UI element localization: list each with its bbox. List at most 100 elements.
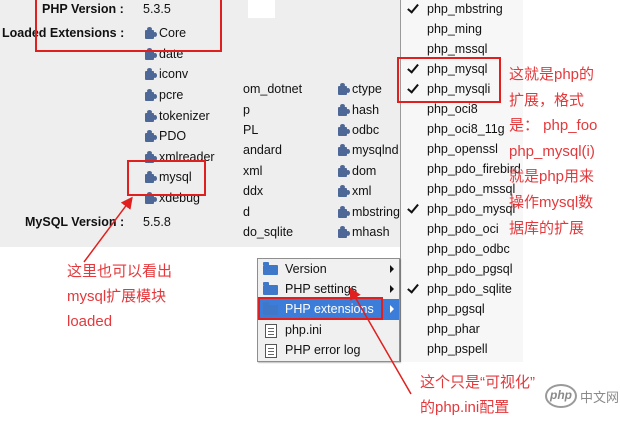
extension-item: mysqlnd [336, 140, 400, 160]
extension-item: PL [243, 122, 259, 137]
puzzle-icon [338, 103, 350, 116]
annotation-line: 这里也可以看出 [67, 263, 173, 280]
submenu-item-label: php_ming [427, 22, 482, 36]
submenu-item-php_pdo_mssql[interactable]: php_pdo_mssql [401, 179, 523, 199]
extension-name: mhash [352, 224, 390, 239]
extension-name: mysqlnd [352, 143, 399, 158]
menu-item-label: php.ini [285, 322, 322, 337]
mysql-version-label: MySQL Version : [25, 215, 125, 229]
submenu-item-php_pdo_pgsql[interactable]: php_pdo_pgsql [401, 259, 523, 279]
submenu-item-php_pdo_firebird[interactable]: php_pdo_firebird [401, 159, 523, 179]
submenu-item-php_pdo_mysql[interactable]: php_pdo_mysql [401, 199, 523, 219]
screenshot-composite: PHP Version : 5.3.5 Loaded Extensions : … [0, 0, 620, 428]
chevron-right-icon [390, 285, 394, 294]
submenu-item-label: php_mssql [427, 42, 488, 56]
extension-item: do_sqlite [243, 224, 294, 239]
extension-name: dom [352, 163, 377, 178]
puzzle-icon [145, 68, 157, 81]
submenu-item-php_ming[interactable]: php_ming [401, 19, 523, 39]
annotation-line: 的php.ini配置 [420, 399, 510, 416]
extensions-column: ctype hash odbc mysqlnd dom xml mbstring… [336, 79, 400, 242]
document-icon [265, 343, 277, 358]
puzzle-icon [338, 205, 350, 218]
puzzle-icon [338, 144, 350, 157]
extension-format-annotation: 这就是php的 扩展，格式 是： php_foo php_mysql(i) 就是… [509, 62, 597, 241]
folder-icon [263, 282, 278, 296]
folder-icon [263, 262, 278, 275]
submenu-item-php_pspell[interactable]: php_pspell [401, 339, 523, 359]
annotation-line: 操作mysql数 [509, 193, 594, 211]
mysql-extension-highlight-box [397, 57, 501, 103]
submenu-item-label: php_pgsql [427, 302, 485, 316]
submenu-item-php_pgsql[interactable]: php_pgsql [401, 299, 523, 319]
submenu-item-label: php_mbstring [427, 2, 503, 16]
extension-item: pcre [143, 85, 215, 106]
extension-name: PDO [159, 129, 187, 144]
loaded-annotation: 这里也可以看出 mysql扩展模块 loaded [67, 259, 172, 334]
extension-item: mhash [336, 222, 400, 242]
submenu-item-label: php_pdo_oci [427, 222, 499, 236]
chevron-right-icon [390, 265, 394, 273]
site-name: 中文网 [580, 390, 620, 405]
extension-item: mbstring [336, 201, 400, 221]
extension-item: PDO [143, 126, 215, 147]
blank-patch [248, 0, 275, 18]
version-highlight-box [35, 0, 222, 52]
extension-item: iconv [143, 64, 215, 85]
annotation-line: loaded [67, 313, 113, 330]
mysql-version-value: 5.5.8 [143, 215, 171, 229]
extension-item: andard [243, 143, 282, 158]
extension-name: mbstring [352, 204, 400, 219]
annotation-line: 据库的扩展 [509, 219, 585, 237]
menu-item-label: PHP error log [285, 342, 361, 357]
submenu-item-php_pdo_oci[interactable]: php_pdo_oci [401, 219, 523, 239]
extension-name: tokenizer [159, 108, 210, 123]
submenu-item-php_oci8_11g[interactable]: php_oci8_11g [401, 119, 523, 139]
puzzle-icon [145, 89, 157, 102]
submenu-item-label: php_pdo_sqlite [427, 282, 512, 296]
submenu-item-label: php_pdo_pgsql [427, 262, 513, 276]
extension-item: odbc [336, 120, 400, 140]
annotation-line: 这就是php的 [509, 66, 595, 83]
submenu-item-label: php_pdo_firebird [427, 162, 521, 176]
extension-item: xml [336, 181, 400, 201]
submenu-item-php_phar[interactable]: php_phar [401, 319, 523, 339]
submenu-item-php_mbstring[interactable]: php_mbstring [401, 0, 523, 19]
extension-name: pcre [159, 88, 184, 103]
menu-item-php-error-log[interactable]: PHP error log [258, 340, 399, 360]
annotation-line: php_mysql(i) [509, 142, 595, 160]
document-icon [265, 323, 277, 338]
logo-text: php [550, 388, 572, 402]
menu-item-version[interactable]: Version [258, 259, 399, 279]
extension-name: odbc [352, 122, 380, 137]
submenu-item-php_pdo_odbc[interactable]: php_pdo_odbc [401, 239, 523, 259]
annotation-line: 扩展，格式 [509, 91, 585, 109]
extension-name: xml [352, 184, 372, 199]
annotation-line: 这个只是“可视化” [420, 374, 535, 391]
visual-config-annotation: 这个只是“可视化” 的php.ini配置 [420, 370, 535, 420]
php-extensions-submenu: php_mbstring php_ming php_mssql php_mysq… [400, 0, 523, 362]
extension-item: xml [243, 163, 263, 178]
check-icon [407, 1, 419, 14]
puzzle-icon [145, 47, 157, 60]
puzzle-icon [338, 225, 350, 238]
extension-item: hash [336, 99, 400, 119]
submenu-item-php_mssql[interactable]: php_mssql [401, 39, 523, 59]
annotation-line: 就是php用来 [509, 168, 595, 186]
puzzle-icon [338, 83, 350, 96]
annotation-line: 是： php_foo [509, 117, 598, 135]
extension-item: dom [336, 161, 400, 181]
submenu-item-label: php_pspell [427, 342, 488, 356]
menu-item-php-ini[interactable]: php.ini [258, 320, 399, 340]
puzzle-icon [145, 192, 157, 205]
submenu-item-php_pdo_sqlite[interactable]: php_pdo_sqlite [401, 279, 523, 299]
extension-item: p [243, 102, 250, 117]
annotation-line: mysql扩展模块 [67, 288, 167, 305]
php-cn-watermark: php 中文网 [545, 383, 620, 413]
puzzle-icon [338, 164, 350, 177]
submenu-item-php_openssl[interactable]: php_openssl [401, 139, 523, 159]
extension-item: om_dotnet [243, 82, 303, 97]
menu-item-label: Version [285, 262, 327, 276]
submenu-item-label: php_phar [427, 322, 480, 336]
extension-item: tokenizer [143, 105, 215, 126]
